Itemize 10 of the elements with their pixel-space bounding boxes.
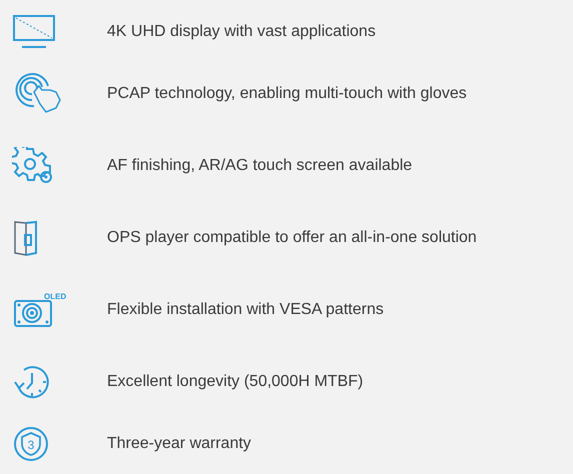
feature-text: 4K UHD display with vast applications — [107, 23, 376, 41]
feature-text: Three-year warranty — [107, 435, 252, 453]
feature-text: Excellent longevity (50,000H MTBF) — [107, 373, 364, 391]
feature-text: PCAP technology, enabling multi-touch with gloves — [107, 85, 467, 103]
shield-badge-icon: 3 — [12, 425, 50, 463]
feature-text: OPS player compatible to offer an all-in-one solution — [107, 229, 477, 247]
feature-text: AF finishing, AR/AG touch screen available — [107, 157, 412, 175]
monitor-icon — [12, 14, 56, 50]
gear-icon — [12, 147, 54, 185]
feature-text: Flexible installation with VESA patterns — [107, 301, 384, 319]
